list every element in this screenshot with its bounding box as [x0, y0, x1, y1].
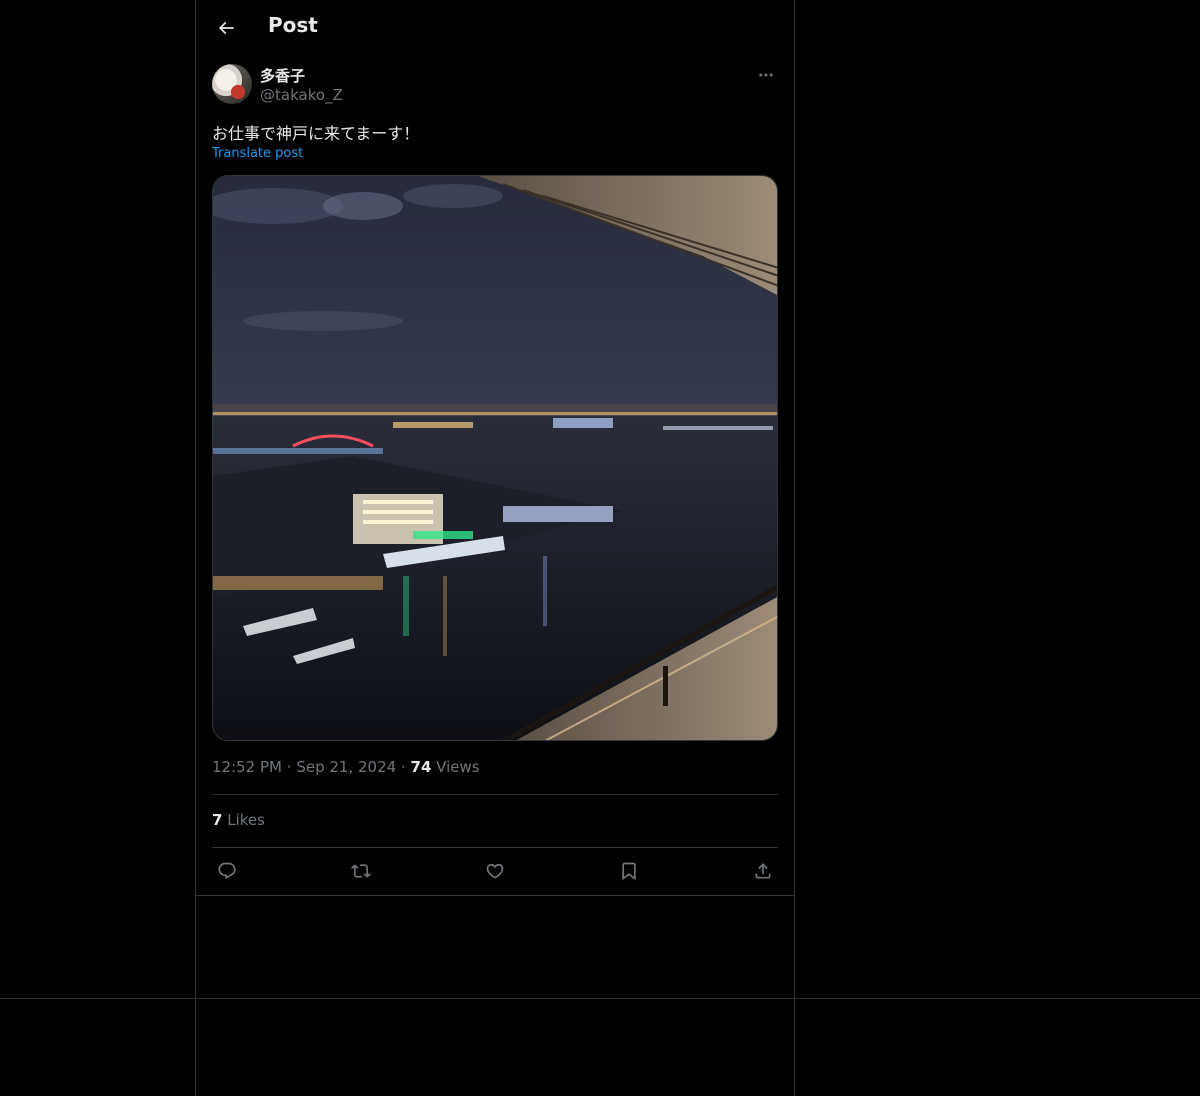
back-button[interactable] — [210, 12, 242, 44]
post-actions-bar — [212, 856, 778, 886]
bookmark-button[interactable] — [614, 856, 644, 886]
reply-button[interactable] — [212, 856, 242, 886]
post-author: 多香子 @takako_Z — [212, 64, 778, 108]
views-count: 74 — [410, 758, 432, 776]
post-header: Post — [196, 0, 794, 54]
share-icon — [755, 863, 771, 879]
post-media-photo[interactable] — [212, 175, 778, 741]
arrow-left-icon — [218, 21, 234, 35]
reply-icon — [218, 862, 236, 880]
like-button[interactable] — [480, 856, 510, 886]
main-column: Post 多香子 @takako_Z お仕事で神戸に来てまーす！ Transla… — [195, 0, 795, 1096]
likes-label: Likes — [227, 811, 265, 829]
avatar[interactable] — [212, 64, 252, 104]
meta-separator: · — [286, 758, 292, 776]
heart-icon — [486, 863, 504, 879]
divider — [212, 794, 778, 795]
likes-count: 7 — [212, 811, 223, 829]
views-label: Views — [436, 758, 480, 776]
author-display-name[interactable]: 多香子 — [260, 65, 305, 86]
divider — [196, 895, 794, 896]
more-horizontal-icon — [759, 73, 773, 77]
night-harbor-photo — [213, 176, 777, 740]
share-button[interactable] — [748, 856, 778, 886]
post-text: お仕事で神戸に来てまーす！ — [212, 124, 420, 143]
repost-icon — [351, 864, 371, 878]
divider — [0, 998, 1200, 999]
translate-post-link[interactable]: Translate post — [212, 146, 303, 161]
bookmark-icon — [622, 862, 636, 881]
more-options-button[interactable] — [754, 64, 778, 86]
divider — [212, 847, 778, 848]
post-timestamp-meta: 12:52 PM · Sep 21, 2024 · 74 Views — [212, 758, 480, 776]
page-title: Post — [268, 13, 318, 37]
page: Post 多香子 @takako_Z お仕事で神戸に来てまーす！ Transla… — [0, 0, 1200, 1096]
post-date[interactable]: Sep 21, 2024 — [296, 758, 396, 776]
meta-separator: · — [400, 758, 406, 776]
likes-link[interactable]: 7 Likes — [212, 811, 265, 829]
author-handle[interactable]: @takako_Z — [260, 86, 343, 104]
repost-button[interactable] — [346, 856, 376, 886]
post-time[interactable]: 12:52 PM — [212, 758, 282, 776]
